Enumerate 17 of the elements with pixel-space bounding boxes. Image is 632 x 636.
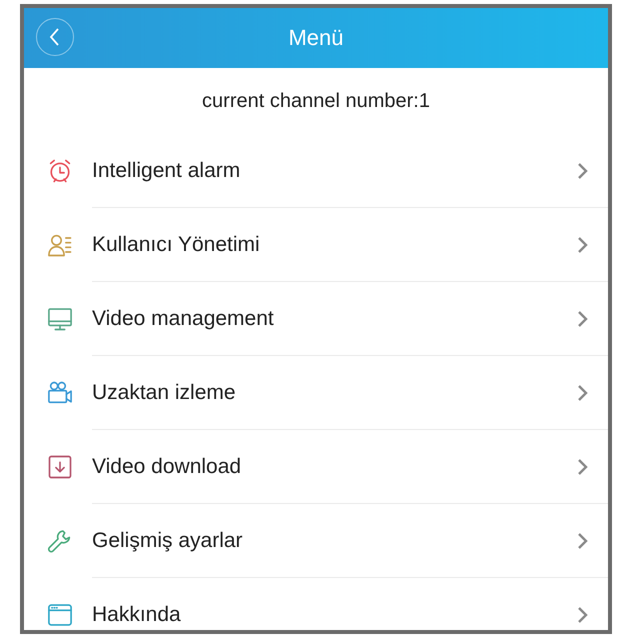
menu-item[interactable]: Gelişmiş ayarlar xyxy=(24,504,608,578)
menu-item[interactable]: Intelligent alarm xyxy=(24,134,608,208)
chevron-right-icon xyxy=(576,605,590,625)
channel-number-label: current channel number:1 xyxy=(202,90,430,112)
page-title: Menü xyxy=(288,25,344,51)
download-icon xyxy=(46,453,74,481)
chevron-right-icon xyxy=(576,383,590,403)
menu-item[interactable]: Video download xyxy=(24,430,608,504)
chevron-right-icon xyxy=(576,235,590,255)
menu-item[interactable]: Video management xyxy=(24,282,608,356)
chevron-right-icon xyxy=(576,457,590,477)
chevron-right-icon xyxy=(576,531,590,551)
menu-item[interactable]: Kullanıcı Yönetimi xyxy=(24,208,608,282)
back-button[interactable] xyxy=(36,18,74,56)
menu-item[interactable]: Uzaktan izleme xyxy=(24,356,608,430)
chevron-right-icon xyxy=(576,309,590,329)
chevron-right-icon xyxy=(576,161,590,181)
